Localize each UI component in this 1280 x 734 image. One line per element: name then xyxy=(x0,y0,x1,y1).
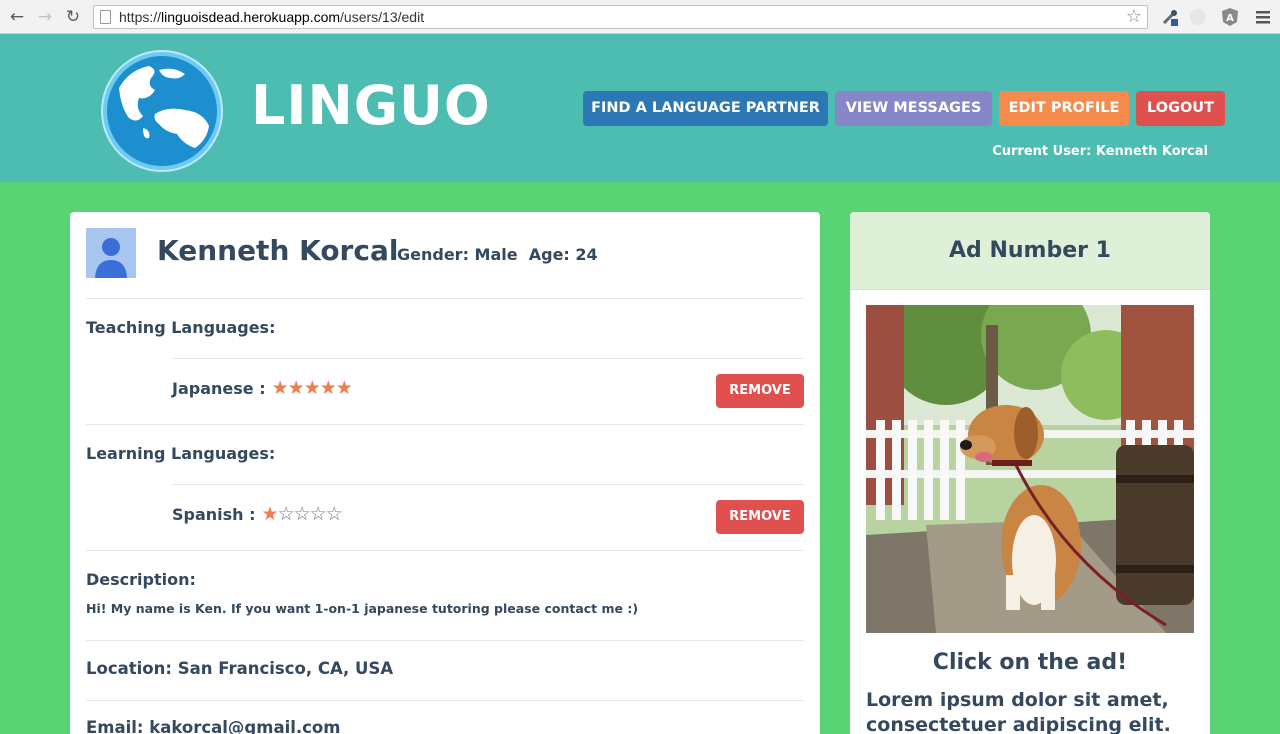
description-label: Description: xyxy=(86,570,196,589)
view-messages-button[interactable]: VIEW MESSAGES xyxy=(835,91,992,126)
star-filled-icon: ★ xyxy=(303,377,321,399)
divider xyxy=(172,484,804,485)
eyedropper-extension-icon[interactable] xyxy=(1160,7,1180,27)
profile-gender-age: Gender: Male Age: 24 xyxy=(397,245,598,264)
language-name: Spanish : xyxy=(172,505,256,524)
location-text: Location: San Francisco, CA, USA xyxy=(86,659,394,678)
forward-arrow-icon[interactable]: → xyxy=(34,6,56,28)
site-header: LINGUO FIND A LANGUAGE PARTNER VIEW MESS… xyxy=(0,34,1280,182)
logout-button[interactable]: LOGOUT xyxy=(1136,91,1225,126)
star-filled-icon: ★ xyxy=(319,377,337,399)
profile-name: Kenneth Korcal xyxy=(157,234,399,267)
star-filled-icon: ★ xyxy=(271,377,289,399)
remove-learning-language-button[interactable]: REMOVE xyxy=(716,500,804,534)
brand-title[interactable]: LINGUO xyxy=(251,74,491,137)
star-filled-icon: ★ xyxy=(287,377,305,399)
rating-stars: ★ ☆ ☆ ☆ ☆ xyxy=(261,503,343,525)
bookmark-star-icon[interactable]: ☆ xyxy=(1126,6,1142,27)
remove-teaching-language-button[interactable]: REMOVE xyxy=(716,374,804,408)
star-empty-icon: ☆ xyxy=(277,503,295,525)
angular-extension-icon[interactable]: A xyxy=(1220,7,1240,27)
menu-icon[interactable] xyxy=(1253,7,1273,27)
learning-languages-label: Learning Languages: xyxy=(86,444,276,463)
ad-call-to-action[interactable]: Click on the ad! xyxy=(850,650,1210,675)
address-bar[interactable]: https://linguoisdead.herokuapp.com/users… xyxy=(93,5,1148,29)
rating-stars: ★ ★ ★ ★ ★ xyxy=(271,377,353,399)
divider xyxy=(86,550,804,551)
profile-card: Kenneth Korcal Gender: Male Age: 24 Teac… xyxy=(70,212,820,734)
divider xyxy=(86,640,804,641)
edit-profile-button[interactable]: EDIT PROFILE xyxy=(999,91,1129,126)
url-text: https://linguoisdead.herokuapp.com/users… xyxy=(119,9,425,25)
extension-circle-icon[interactable] xyxy=(1188,7,1208,27)
divider xyxy=(172,358,804,359)
ad-panel: Ad Number 1 Click on the ad! Lorem ipsum… xyxy=(850,212,1210,734)
star-empty-icon: ☆ xyxy=(309,503,327,525)
ad-dog-image[interactable] xyxy=(866,305,1194,633)
divider xyxy=(86,298,804,299)
browser-toolbar: ← → ↻ https://linguoisdead.herokuapp.com… xyxy=(0,0,1280,34)
find-language-partner-button[interactable]: FIND A LANGUAGE PARTNER xyxy=(583,91,828,126)
star-empty-icon: ☆ xyxy=(293,503,311,525)
page-icon xyxy=(100,10,111,24)
teaching-languages-label: Teaching Languages: xyxy=(86,318,276,337)
divider xyxy=(86,424,804,425)
current-user-label: Current User: Kenneth Korcal xyxy=(992,144,1208,159)
avatar xyxy=(86,228,136,278)
teaching-language-row: Japanese : ★ ★ ★ ★ ★ xyxy=(172,377,353,399)
divider xyxy=(86,700,804,701)
description-text: Hi! My name is Ken. If you want 1-on-1 j… xyxy=(86,601,639,616)
learning-language-row: Spanish : ★ ☆ ☆ ☆ ☆ xyxy=(172,503,343,525)
star-filled-icon: ★ xyxy=(335,377,353,399)
reload-icon[interactable]: ↻ xyxy=(62,6,84,28)
email-text: Email: kakorcal@gmail.com xyxy=(86,718,341,734)
back-arrow-icon[interactable]: ← xyxy=(6,6,28,28)
star-empty-icon: ☆ xyxy=(325,503,343,525)
language-name: Japanese : xyxy=(172,379,266,398)
star-filled-icon: ★ xyxy=(261,503,279,525)
globe-logo-icon[interactable] xyxy=(99,48,225,174)
ad-title: Ad Number 1 xyxy=(949,238,1111,263)
ad-header: Ad Number 1 xyxy=(850,212,1210,290)
svg-text:A: A xyxy=(1226,13,1234,24)
ad-body-text: Lorem ipsum dolor sit amet, consectetuer… xyxy=(866,689,1171,734)
